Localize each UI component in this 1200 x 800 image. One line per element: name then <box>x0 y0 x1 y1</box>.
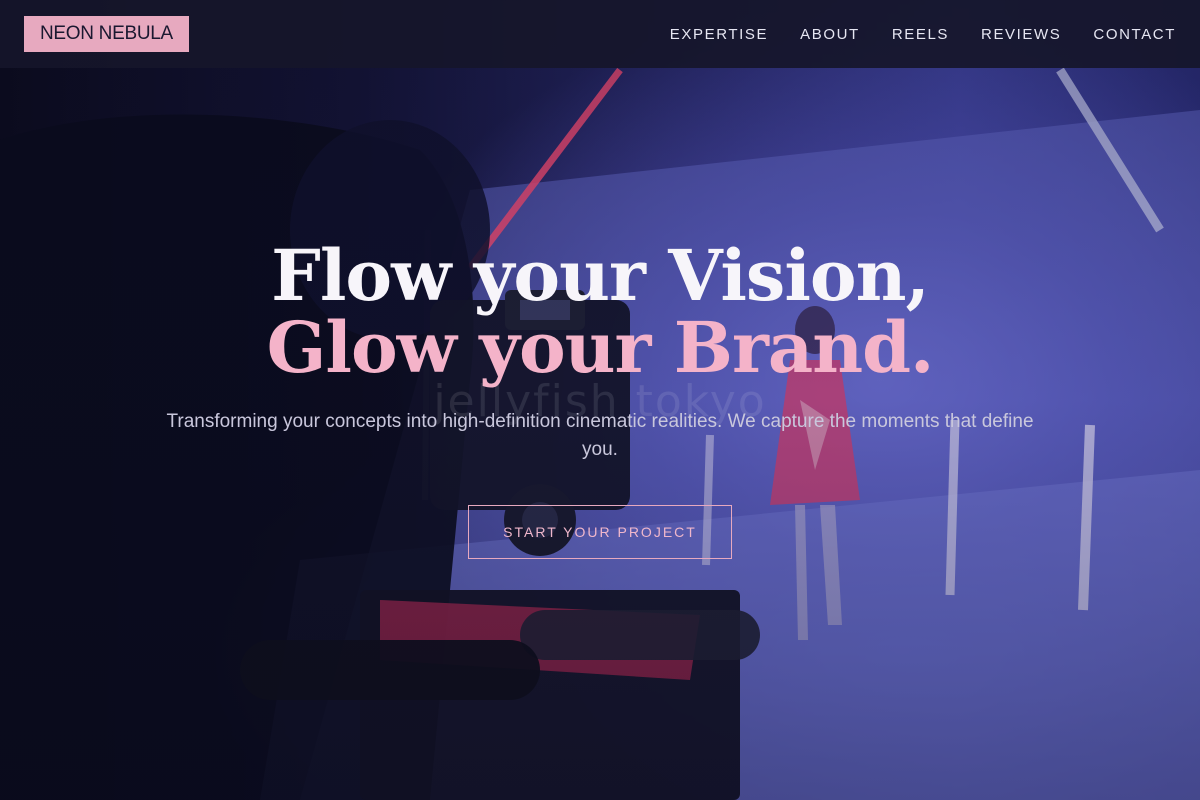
nav-links: EXPERTISE ABOUT REELS REVIEWS CONTACT <box>670 26 1176 43</box>
nav-link-reels[interactable]: REELS <box>892 26 949 43</box>
nav-link-about[interactable]: ABOUT <box>800 26 860 43</box>
nav-link-contact[interactable]: CONTACT <box>1093 26 1176 43</box>
hero-subtitle: Transforming your concepts into high-def… <box>166 411 1034 460</box>
navbar: NEON NEBULA EXPERTISE ABOUT REELS REVIEW… <box>0 0 1200 68</box>
hero-section: jellyfish tokyo Flow your Vision, Glow y… <box>0 68 1200 800</box>
page: NEON NEBULA EXPERTISE ABOUT REELS REVIEW… <box>0 0 1200 800</box>
brand-logo[interactable]: NEON NEBULA <box>24 16 189 52</box>
nav-link-reviews[interactable]: REVIEWS <box>981 26 1061 43</box>
hero-headline-line1: Flow your Vision, <box>271 234 930 317</box>
hero-headline: Flow your Vision, Glow your Brand. <box>0 240 1200 384</box>
hero-headline-line2: Glow your Brand. <box>266 306 935 389</box>
start-project-button[interactable]: START YOUR PROJECT <box>468 505 732 559</box>
nav-link-expertise[interactable]: EXPERTISE <box>670 26 768 43</box>
